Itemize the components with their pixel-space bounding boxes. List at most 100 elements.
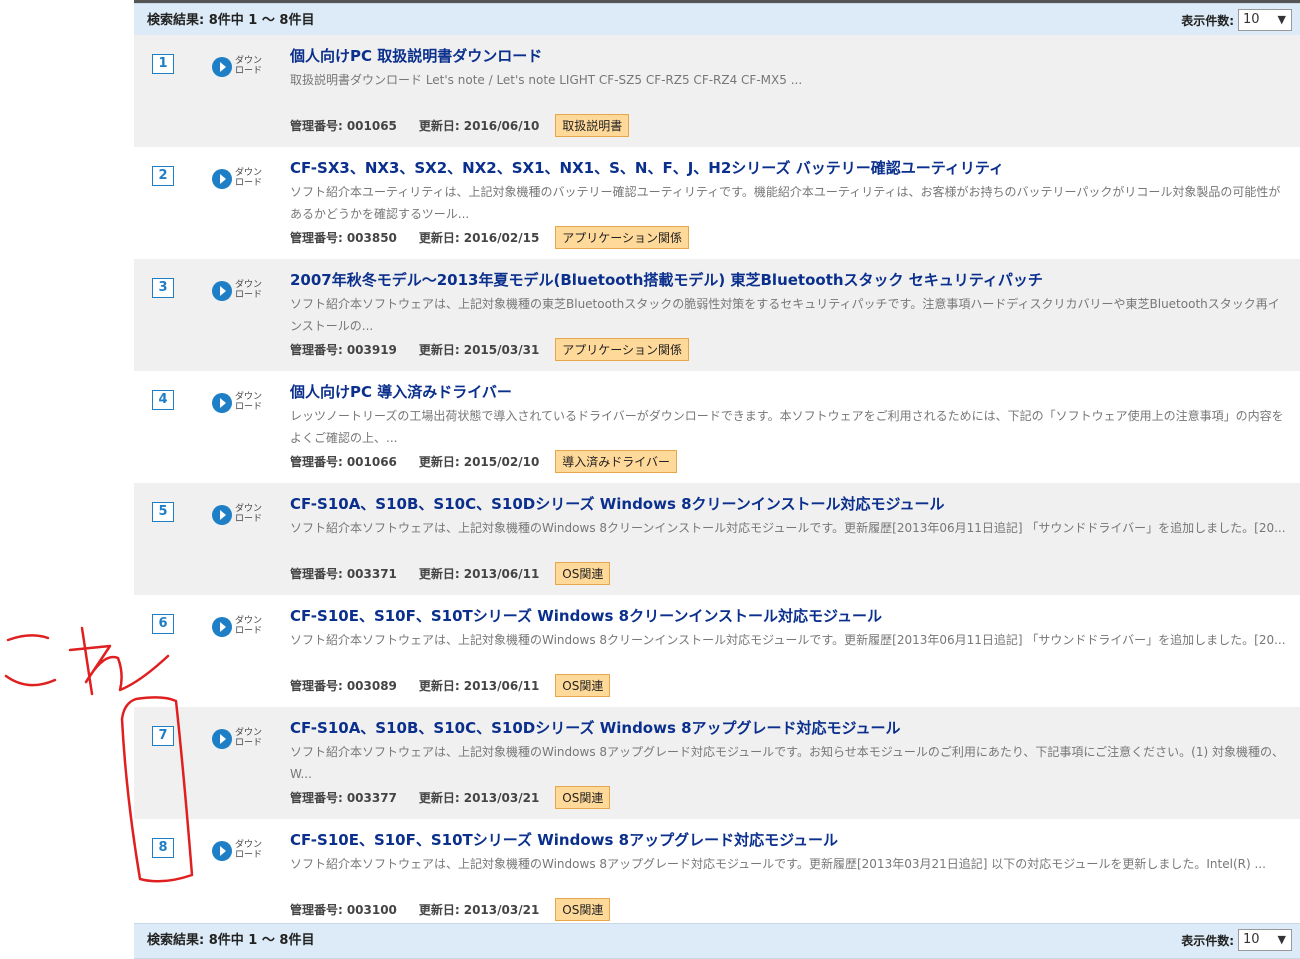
chevron-down-icon: ▼ xyxy=(1277,933,1286,946)
category-tag[interactable]: OS関連 xyxy=(555,562,611,585)
result-meta: 管理番号: 003100 更新日: 2013/03/21 OS関連 xyxy=(290,898,611,921)
result-meta: 管理番号: 003377 更新日: 2013/03/21 OS関連 xyxy=(290,786,611,809)
result-title-link[interactable]: 2007年秋冬モデル～2013年夏モデル(Bluetooth搭載モデル) 東芝B… xyxy=(290,269,1290,290)
result-description: ソフト紹介本ユーティリティは、上記対象機種のバッテリー確認ユーティリティです。機… xyxy=(290,185,1281,221)
management-number-label: 管理番号: xyxy=(290,343,343,357)
download-badge[interactable]: ダウンロード xyxy=(212,166,268,190)
download-badge[interactable]: ダウンロード xyxy=(212,278,268,302)
download-badge[interactable]: ダウンロード xyxy=(212,726,268,750)
updated-date: 2013/03/21 xyxy=(463,790,540,805)
result-row: 6 ダウンロード CF-S10E、S10F、S10Tシリーズ Windows 8クリ… xyxy=(134,595,1300,707)
result-description: ソフト紹介本ソフトウェアは、上記対象機種のWindows 8アップグレード対応モ… xyxy=(290,745,1284,781)
download-badge[interactable]: ダウンロード xyxy=(212,614,268,638)
download-badge[interactable]: ダウンロード xyxy=(212,390,268,414)
download-badge[interactable]: ダウンロード xyxy=(212,502,268,526)
result-title-link[interactable]: CF-S10E、S10F、S10Tシリーズ Windows 8アップグレード対応… xyxy=(290,829,1290,850)
category-tag[interactable]: 導入済みドライバー xyxy=(555,450,678,473)
management-number: 003371 xyxy=(346,566,397,581)
updated-date: 2016/06/10 xyxy=(463,118,540,133)
result-row: 2 ダウンロード CF-SX3、NX3、SX2、NX2、SX1、NX1、S、N、F、… xyxy=(134,147,1300,259)
result-number: 4 xyxy=(152,390,174,410)
result-title-link[interactable]: 個人向けPC 取扱説明書ダウンロード xyxy=(290,45,1290,66)
updated-date: 2015/03/31 xyxy=(463,342,540,357)
result-description: 取扱説明書ダウンロード Let's note / Let's note LIGH… xyxy=(290,73,803,87)
updated-date-label: 更新日: xyxy=(418,231,460,245)
per-page-label: 表示件数: xyxy=(1181,933,1234,948)
category-tag[interactable]: OS関連 xyxy=(555,674,611,697)
category-tag[interactable]: 取扱説明書 xyxy=(555,114,630,137)
results-header-bar: 検索結果: 8件中 1 ～ 8件目 表示件数: 10 ▼ xyxy=(134,3,1300,39)
per-page-value: 10 xyxy=(1243,12,1260,27)
download-arrow-icon xyxy=(212,729,232,749)
management-number-label: 管理番号: xyxy=(290,455,343,469)
result-title-link[interactable]: CF-S10A、S10B、S10C、S10Dシリーズ Windows 8アップグ… xyxy=(290,717,1290,738)
download-arrow-icon xyxy=(212,617,232,637)
result-meta: 管理番号: 003089 更新日: 2013/06/11 OS関連 xyxy=(290,674,611,697)
download-badge-label: ダウンロード xyxy=(235,392,263,412)
download-badge[interactable]: ダウンロード xyxy=(212,838,268,862)
result-meta: 管理番号: 001065 更新日: 2016/06/10 取扱説明書 xyxy=(290,114,630,137)
download-arrow-icon xyxy=(212,393,232,413)
result-title-link[interactable]: 個人向けPC 導入済みドライバー xyxy=(290,381,1290,402)
result-title-link[interactable]: CF-S10E、S10F、S10Tシリーズ Windows 8クリーンインストー… xyxy=(290,605,1290,626)
result-meta: 管理番号: 003919 更新日: 2015/03/31 アプリケーション関係 xyxy=(290,338,690,361)
download-badge-label: ダウンロード xyxy=(235,504,263,524)
per-page-value: 10 xyxy=(1243,932,1260,947)
chevron-down-icon: ▼ xyxy=(1277,13,1286,26)
download-arrow-icon xyxy=(212,169,232,189)
download-arrow-icon xyxy=(212,57,232,77)
updated-date-label: 更新日: xyxy=(418,679,460,693)
updated-date-label: 更新日: xyxy=(418,791,460,805)
per-page-control-bottom: 表示件数: 10 ▼ xyxy=(1181,929,1292,951)
management-number: 003089 xyxy=(346,678,397,693)
result-title-link[interactable]: CF-SX3、NX3、SX2、NX2、SX1、NX1、S、N、F、J、H2シリー… xyxy=(290,157,1290,178)
updated-date: 2013/06/11 xyxy=(463,678,540,693)
management-number: 003377 xyxy=(346,790,397,805)
updated-date: 2015/02/10 xyxy=(463,454,540,469)
result-meta: 管理番号: 003850 更新日: 2016/02/15 アプリケーション関係 xyxy=(290,226,690,249)
result-count-summary-bottom: 検索結果: 8件中 1 ～ 8件目 xyxy=(147,933,315,948)
download-arrow-icon xyxy=(212,281,232,301)
result-row: 4 ダウンロード 個人向けPC 導入済みドライバー レッツノートリーズの工場出荷状態で… xyxy=(134,371,1300,483)
category-tag[interactable]: OS関連 xyxy=(555,786,611,809)
management-number-label: 管理番号: xyxy=(290,231,343,245)
category-tag[interactable]: OS関連 xyxy=(555,898,611,921)
download-badge[interactable]: ダウンロード xyxy=(212,54,268,78)
per-page-select-bottom[interactable]: 10 ▼ xyxy=(1238,929,1292,951)
result-row: 8 ダウンロード CF-S10E、S10F、S10Tシリーズ Windows 8アッ… xyxy=(134,819,1300,931)
management-number: 003100 xyxy=(346,902,397,917)
result-number: 2 xyxy=(152,166,174,186)
result-number: 3 xyxy=(152,278,174,298)
category-tag[interactable]: アプリケーション関係 xyxy=(555,226,690,249)
result-meta: 管理番号: 001066 更新日: 2015/02/10 導入済みドライバー xyxy=(290,450,678,473)
per-page-label: 表示件数: xyxy=(1181,13,1234,28)
download-badge-label: ダウンロード xyxy=(235,728,263,748)
management-number-label: 管理番号: xyxy=(290,791,343,805)
updated-date-label: 更新日: xyxy=(418,567,460,581)
handwritten-box-annotation xyxy=(120,696,194,883)
per-page-select[interactable]: 10 ▼ xyxy=(1238,9,1292,31)
result-row: 3 ダウンロード 2007年秋冬モデル～2013年夏モデル(Bluetooth搭載モ… xyxy=(134,259,1300,371)
management-number-label: 管理番号: xyxy=(290,679,343,693)
result-description: ソフト紹介本ソフトウェアは、上記対象機種のWindows 8クリーンインストール… xyxy=(290,521,1286,535)
download-badge-label: ダウンロード xyxy=(235,280,263,300)
updated-date-label: 更新日: xyxy=(418,455,460,469)
management-number: 001065 xyxy=(346,118,397,133)
result-description: ソフト紹介本ソフトウェアは、上記対象機種のWindows 8クリーンインストール… xyxy=(290,633,1286,647)
result-description: ソフト紹介本ソフトウェアは、上記対象機種のWindows 8アップグレード対応モ… xyxy=(290,857,1266,871)
download-arrow-icon xyxy=(212,505,232,525)
download-badge-label: ダウンロード xyxy=(235,840,263,860)
result-count-summary: 検索結果: 8件中 1 ～ 8件目 xyxy=(147,13,315,28)
updated-date-label: 更新日: xyxy=(418,343,460,357)
management-number-label: 管理番号: xyxy=(290,903,343,917)
result-number: 1 xyxy=(152,54,174,74)
result-row: 7 ダウンロード CF-S10A、S10B、S10C、S10Dシリーズ Window… xyxy=(134,707,1300,819)
download-badge-label: ダウンロード xyxy=(235,168,263,188)
management-number: 003919 xyxy=(346,342,397,357)
per-page-control: 表示件数: 10 ▼ xyxy=(1181,9,1292,31)
download-badge-label: ダウンロード xyxy=(235,616,263,636)
category-tag[interactable]: アプリケーション関係 xyxy=(555,338,690,361)
result-title-link[interactable]: CF-S10A、S10B、S10C、S10Dシリーズ Windows 8クリーン… xyxy=(290,493,1290,514)
handwritten-annotation-kore xyxy=(4,626,170,696)
download-arrow-icon xyxy=(212,841,232,861)
